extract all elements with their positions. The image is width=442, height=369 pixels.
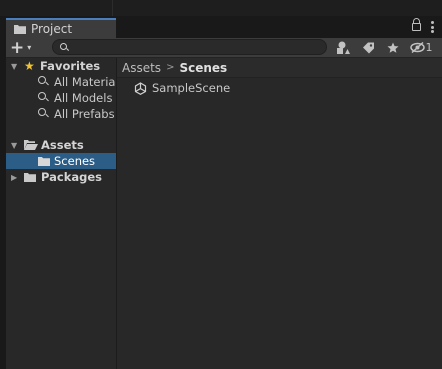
- tree-item-scenes[interactable]: Scenes: [6, 153, 116, 169]
- chevron-down-icon: ▾: [27, 43, 32, 52]
- tree-item-assets[interactable]: ▼ Assets: [6, 137, 116, 153]
- unity-scene-icon: [134, 81, 147, 95]
- star-icon: [387, 42, 399, 53]
- asset-item[interactable]: SampleScene: [134, 80, 230, 96]
- expanded-arrow-icon[interactable]: ▼: [11, 141, 17, 150]
- tree-item-label: Assets: [41, 138, 84, 152]
- tree-item-label: Scenes: [54, 154, 96, 168]
- search-icon: [38, 92, 46, 100]
- star-icon: ★: [24, 59, 35, 73]
- tree-item-all-prefabs[interactable]: All Prefabs: [6, 106, 116, 122]
- favorites-filter-button[interactable]: [382, 39, 404, 56]
- hidden-packages-toggle[interactable]: 1: [406, 39, 436, 56]
- search-icon: [38, 108, 46, 116]
- tree-item-label: All Models: [54, 91, 113, 105]
- lock-icon[interactable]: [412, 18, 421, 31]
- tree-item-all-models[interactable]: All Models: [6, 90, 116, 106]
- tree-item-label: Packages: [41, 170, 102, 184]
- search-icon: [60, 43, 67, 50]
- folder-tree: ▼ ★ Favorites All Materia All Models All…: [6, 58, 116, 369]
- search-by-type-button[interactable]: [332, 39, 354, 56]
- tab-controls: [412, 18, 434, 33]
- tree-item-favorites[interactable]: ▼ ★ Favorites: [6, 58, 116, 74]
- expanded-arrow-icon[interactable]: ▼: [11, 62, 17, 71]
- add-asset-button[interactable]: + ▾: [10, 38, 31, 57]
- pane-splitter[interactable]: [116, 58, 117, 369]
- tab-label: Project: [31, 22, 73, 36]
- folder-icon: [38, 157, 50, 166]
- search-by-label-button[interactable]: [357, 39, 379, 56]
- search-input[interactable]: [52, 39, 327, 55]
- more-options-icon[interactable]: [431, 21, 434, 33]
- plus-icon: +: [10, 37, 25, 58]
- editor-top-strip: [0, 0, 442, 16]
- tab-project[interactable]: Project: [6, 18, 116, 38]
- tree-item-label: All Prefabs: [54, 107, 115, 121]
- breadcrumb-scenes[interactable]: Scenes: [179, 61, 227, 75]
- top-strip-divider: [112, 0, 113, 16]
- breadcrumb-separator: >: [166, 62, 175, 73]
- hidden-packages-count: 1: [425, 41, 433, 54]
- folder-icon: [14, 25, 26, 34]
- folder-open-icon: [24, 140, 38, 150]
- project-toolbar: + ▾ 1: [6, 38, 442, 58]
- breadcrumb: Assets > Scenes: [117, 58, 442, 78]
- breadcrumb-assets[interactable]: Assets: [122, 61, 161, 75]
- tree-item-packages[interactable]: ▶ Packages: [6, 169, 116, 185]
- asset-label: SampleScene: [152, 81, 231, 95]
- type-filter-icon: [337, 41, 350, 54]
- eye-slash-icon: [409, 42, 425, 53]
- folder-icon: [24, 173, 36, 182]
- search-icon: [38, 76, 46, 84]
- collapsed-arrow-icon[interactable]: ▶: [11, 173, 17, 182]
- tree-item-all-materials[interactable]: All Materia: [6, 74, 116, 90]
- tree-item-label: Favorites: [40, 59, 101, 73]
- tree-item-label: All Materia: [54, 75, 116, 89]
- label-tag-icon: [362, 42, 374, 53]
